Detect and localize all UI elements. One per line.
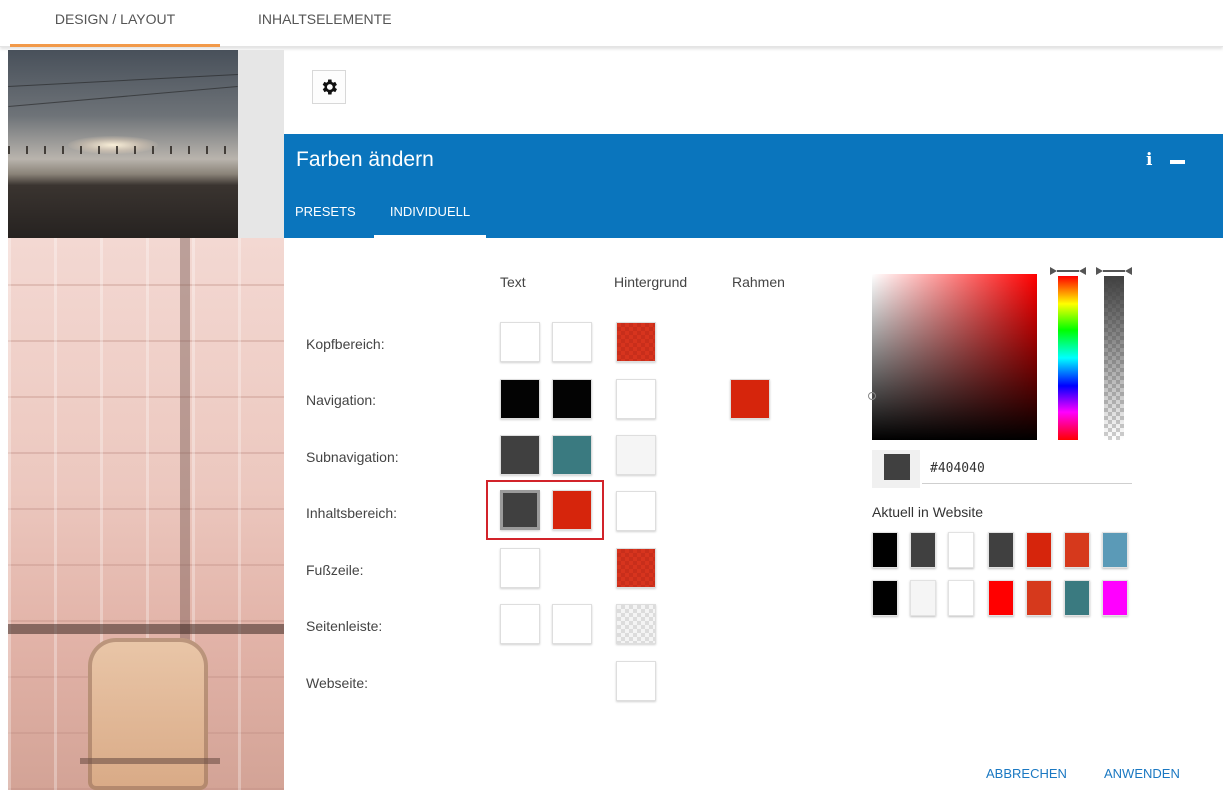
color-swatch-background[interactable] (616, 322, 656, 362)
website-color-swatch[interactable] (1102, 532, 1128, 568)
website-color-swatch[interactable] (872, 580, 898, 616)
office-table (8, 624, 284, 634)
office-photo (8, 238, 284, 790)
color-swatch-text[interactable] (500, 548, 540, 588)
current-in-website-label: Aktuell in Website (872, 504, 984, 520)
column-header-background: Hintergrund (614, 274, 688, 290)
info-icon[interactable]: i (1146, 150, 1152, 170)
column-header-border: Rahmen (732, 274, 785, 290)
color-swatch-text[interactable] (500, 604, 540, 644)
top-tab-bar: DESIGN / LAYOUT INHALTSELEMENTE (0, 0, 1223, 47)
color-swatch-text-hover[interactable] (552, 435, 592, 475)
website-color-swatch[interactable] (872, 532, 898, 568)
tab-design-layout[interactable]: DESIGN / LAYOUT (10, 0, 220, 47)
row-label-fusszeile: Fußzeile: (306, 562, 364, 578)
header-photo (8, 50, 238, 238)
apply-button[interactable]: ANWENDEN (1104, 766, 1180, 781)
row-label-subnavigation: Subnavigation: (306, 449, 399, 465)
row-label-inhaltsbereich: Inhaltsbereich: (306, 505, 398, 521)
row-label-navigation: Navigation: (306, 392, 377, 408)
website-color-swatch-transparent[interactable] (948, 580, 974, 616)
selection-highlight (486, 480, 604, 540)
gear-icon (322, 79, 337, 95)
website-color-swatch[interactable] (948, 532, 974, 568)
saturation-value-field[interactable] (872, 274, 1037, 440)
color-preview-swatch (884, 454, 910, 480)
color-swatch-text[interactable] (500, 379, 540, 419)
cancel-button[interactable]: ABBRECHEN (986, 766, 1067, 781)
tab-inhaltselemente[interactable]: INHALTSELEMENTE (258, 0, 392, 46)
row-label-kopfbereich: Kopfbereich: (306, 336, 385, 352)
website-color-swatch[interactable] (1026, 580, 1052, 616)
tab-presets[interactable]: PRESETS (295, 200, 356, 238)
website-color-swatch[interactable] (1064, 532, 1090, 568)
change-colors-dialog: Farben ändern i PRESETS INDIVIDUELL Text… (284, 134, 1223, 796)
website-color-swatch[interactable] (910, 580, 936, 616)
color-swatch-text-hover[interactable] (552, 379, 592, 419)
website-color-swatch[interactable] (910, 532, 936, 568)
website-color-swatch[interactable] (988, 532, 1014, 568)
row-label-webseite: Webseite: (306, 675, 368, 691)
office-chair-base (80, 758, 220, 764)
alpha-slider-handle[interactable] (1096, 266, 1132, 276)
hex-color-input[interactable] (922, 454, 1132, 484)
picker-cursor[interactable] (868, 392, 876, 400)
photo-power-line (8, 73, 238, 88)
settings-button[interactable] (312, 70, 346, 104)
color-swatch-background[interactable] (616, 491, 656, 531)
color-swatch-background[interactable] (616, 548, 656, 588)
color-swatch-text-hover[interactable] (552, 322, 592, 362)
website-color-swatch[interactable] (988, 580, 1014, 616)
dialog-header: Farben ändern i PRESETS INDIVIDUELL (284, 134, 1223, 238)
color-swatch-text[interactable] (500, 322, 540, 362)
photo-power-line (8, 85, 238, 108)
minimize-icon[interactable] (1170, 160, 1185, 164)
color-swatch-text-hover[interactable] (552, 604, 592, 644)
color-swatch-background[interactable] (616, 379, 656, 419)
dialog-title: Farben ändern (296, 148, 434, 171)
color-swatch-background[interactable] (616, 435, 656, 475)
alpha-slider[interactable] (1104, 276, 1124, 440)
office-chair (88, 638, 208, 790)
color-swatch-border[interactable] (730, 379, 770, 419)
website-color-swatch[interactable] (1064, 580, 1090, 616)
color-swatch-text[interactable] (500, 435, 540, 475)
photo-fence (8, 146, 238, 154)
website-color-swatch[interactable] (1102, 580, 1128, 616)
color-swatch-background-transparent[interactable] (616, 604, 656, 644)
website-color-swatch[interactable] (1026, 532, 1052, 568)
hue-slider-handle[interactable] (1050, 266, 1086, 276)
hue-slider[interactable] (1058, 276, 1078, 440)
color-swatch-background[interactable] (616, 661, 656, 701)
column-header-text: Text (500, 274, 526, 290)
tab-individuell[interactable]: INDIVIDUELL (374, 200, 486, 238)
row-label-seitenleiste: Seitenleiste: (306, 618, 383, 634)
